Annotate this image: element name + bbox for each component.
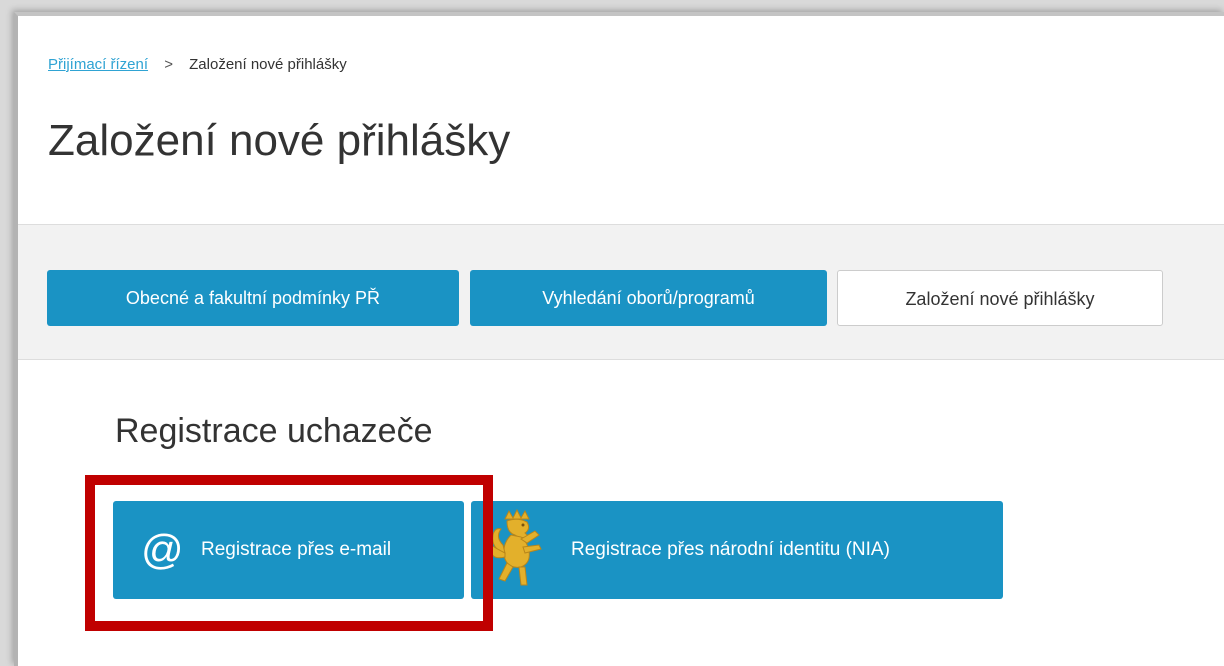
page-frame: Přijímací řízení > Založení nové přihláš… [14,12,1224,666]
breadcrumb-current: Založení nové přihlášky [189,56,347,73]
breadcrumb: Přijímací řízení > Založení nové přihláš… [48,56,347,73]
nav-band: Obecné a fakultní podmínky PŘ Vyhledání … [18,224,1224,360]
breadcrumb-link-admission[interactable]: Přijímací řízení [48,56,148,73]
czech-lion-icon [490,509,542,586]
conditions-button[interactable]: Obecné a fakultní podmínky PŘ [47,270,459,326]
registration-title: Registrace uchazeče [115,412,433,450]
highlight-box [85,475,493,631]
register-nia-label: Registrace přes národní identitu (NIA) [571,539,890,560]
page-title: Založení nové přihlášky [48,116,511,165]
register-nia-button[interactable]: Registrace přes národní identitu (NIA) [471,501,1003,599]
program-search-button[interactable]: Vyhledání oborů/programů [470,270,827,326]
breadcrumb-separator: > [164,56,173,73]
new-application-button[interactable]: Založení nové přihlášky [837,270,1163,326]
